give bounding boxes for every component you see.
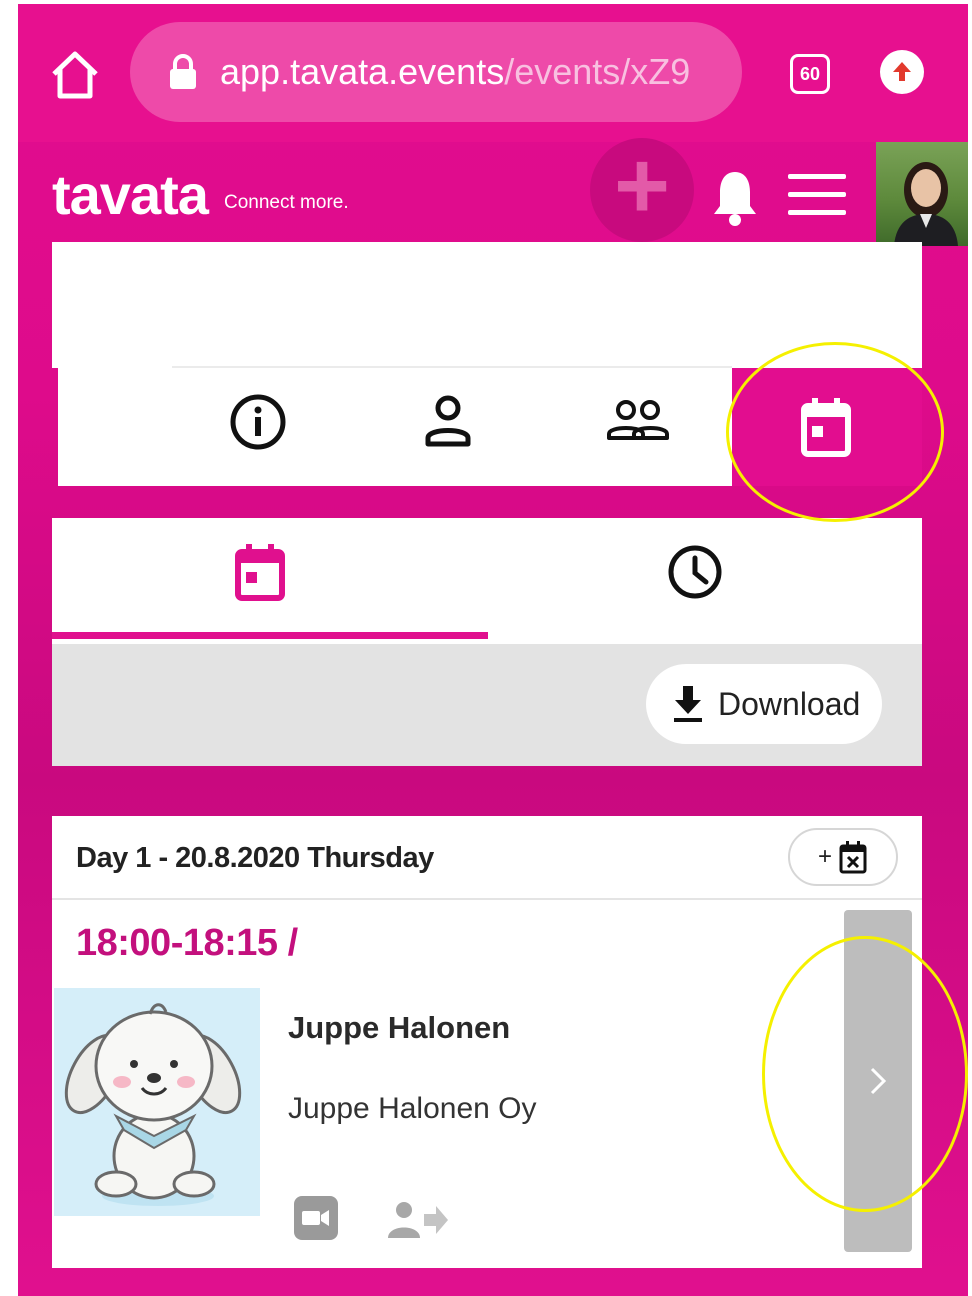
url-text: app.tavata.events/events/xZ9	[220, 51, 690, 93]
url-path: /events/xZ9	[504, 51, 691, 92]
divider	[172, 366, 732, 368]
calendar-x-icon	[839, 841, 867, 874]
calendar-view-tab[interactable]	[232, 542, 288, 602]
session-time: 18:00-18:15 /	[76, 922, 298, 964]
info-icon[interactable]	[226, 390, 290, 454]
bell-icon[interactable]	[710, 168, 760, 228]
tavata-logo[interactable]: tavata	[52, 162, 209, 227]
tabs-count-button[interactable]: 60	[790, 54, 830, 94]
url-host: app.tavata.events	[220, 51, 505, 92]
video-icon[interactable]	[292, 1194, 340, 1242]
agenda-subtabs	[52, 518, 922, 644]
speaker-image[interactable]	[54, 988, 260, 1216]
download-icon	[674, 686, 702, 722]
clock-icon[interactable]	[666, 542, 722, 602]
tagline: Connect more.	[224, 192, 349, 213]
menu-icon[interactable]	[788, 174, 846, 216]
speaker-name[interactable]: Juppe Halonen	[288, 1010, 510, 1046]
calendar-icon	[801, 398, 851, 457]
chevron-right-icon	[870, 1067, 887, 1095]
divider	[52, 898, 922, 900]
join-session-icon[interactable]	[388, 1200, 450, 1240]
person-icon[interactable]	[416, 390, 480, 454]
browser-toolbar: app.tavata.events/events/xZ9 60	[18, 4, 968, 142]
open-session-button[interactable]	[844, 910, 912, 1252]
add-to-calendar-button[interactable]: +	[788, 828, 898, 886]
lock-icon	[170, 54, 196, 89]
day-title: Day 1 - 20.8.2020 Thursday	[76, 842, 434, 874]
download-button[interactable]: Download	[646, 664, 882, 744]
speaker-company: Juppe Halonen Oy	[288, 1092, 537, 1125]
people-icon[interactable]	[606, 390, 670, 454]
download-label: Download	[718, 685, 861, 722]
add-calendar-label: +	[817, 843, 832, 870]
update-icon[interactable]	[880, 50, 924, 94]
home-icon[interactable]	[48, 48, 102, 102]
address-bar[interactable]: app.tavata.events/events/xZ9	[130, 22, 742, 122]
phone-screen: app.tavata.events/events/xZ9 60 tavata C…	[18, 4, 968, 1296]
avatar[interactable]	[876, 142, 968, 246]
tab-agenda[interactable]	[732, 368, 922, 486]
create-plus-button[interactable]: +	[590, 138, 694, 242]
app-header: tavata Connect more. +	[18, 138, 968, 246]
event-header-panel	[52, 242, 922, 368]
active-subtab-indicator	[52, 632, 488, 639]
